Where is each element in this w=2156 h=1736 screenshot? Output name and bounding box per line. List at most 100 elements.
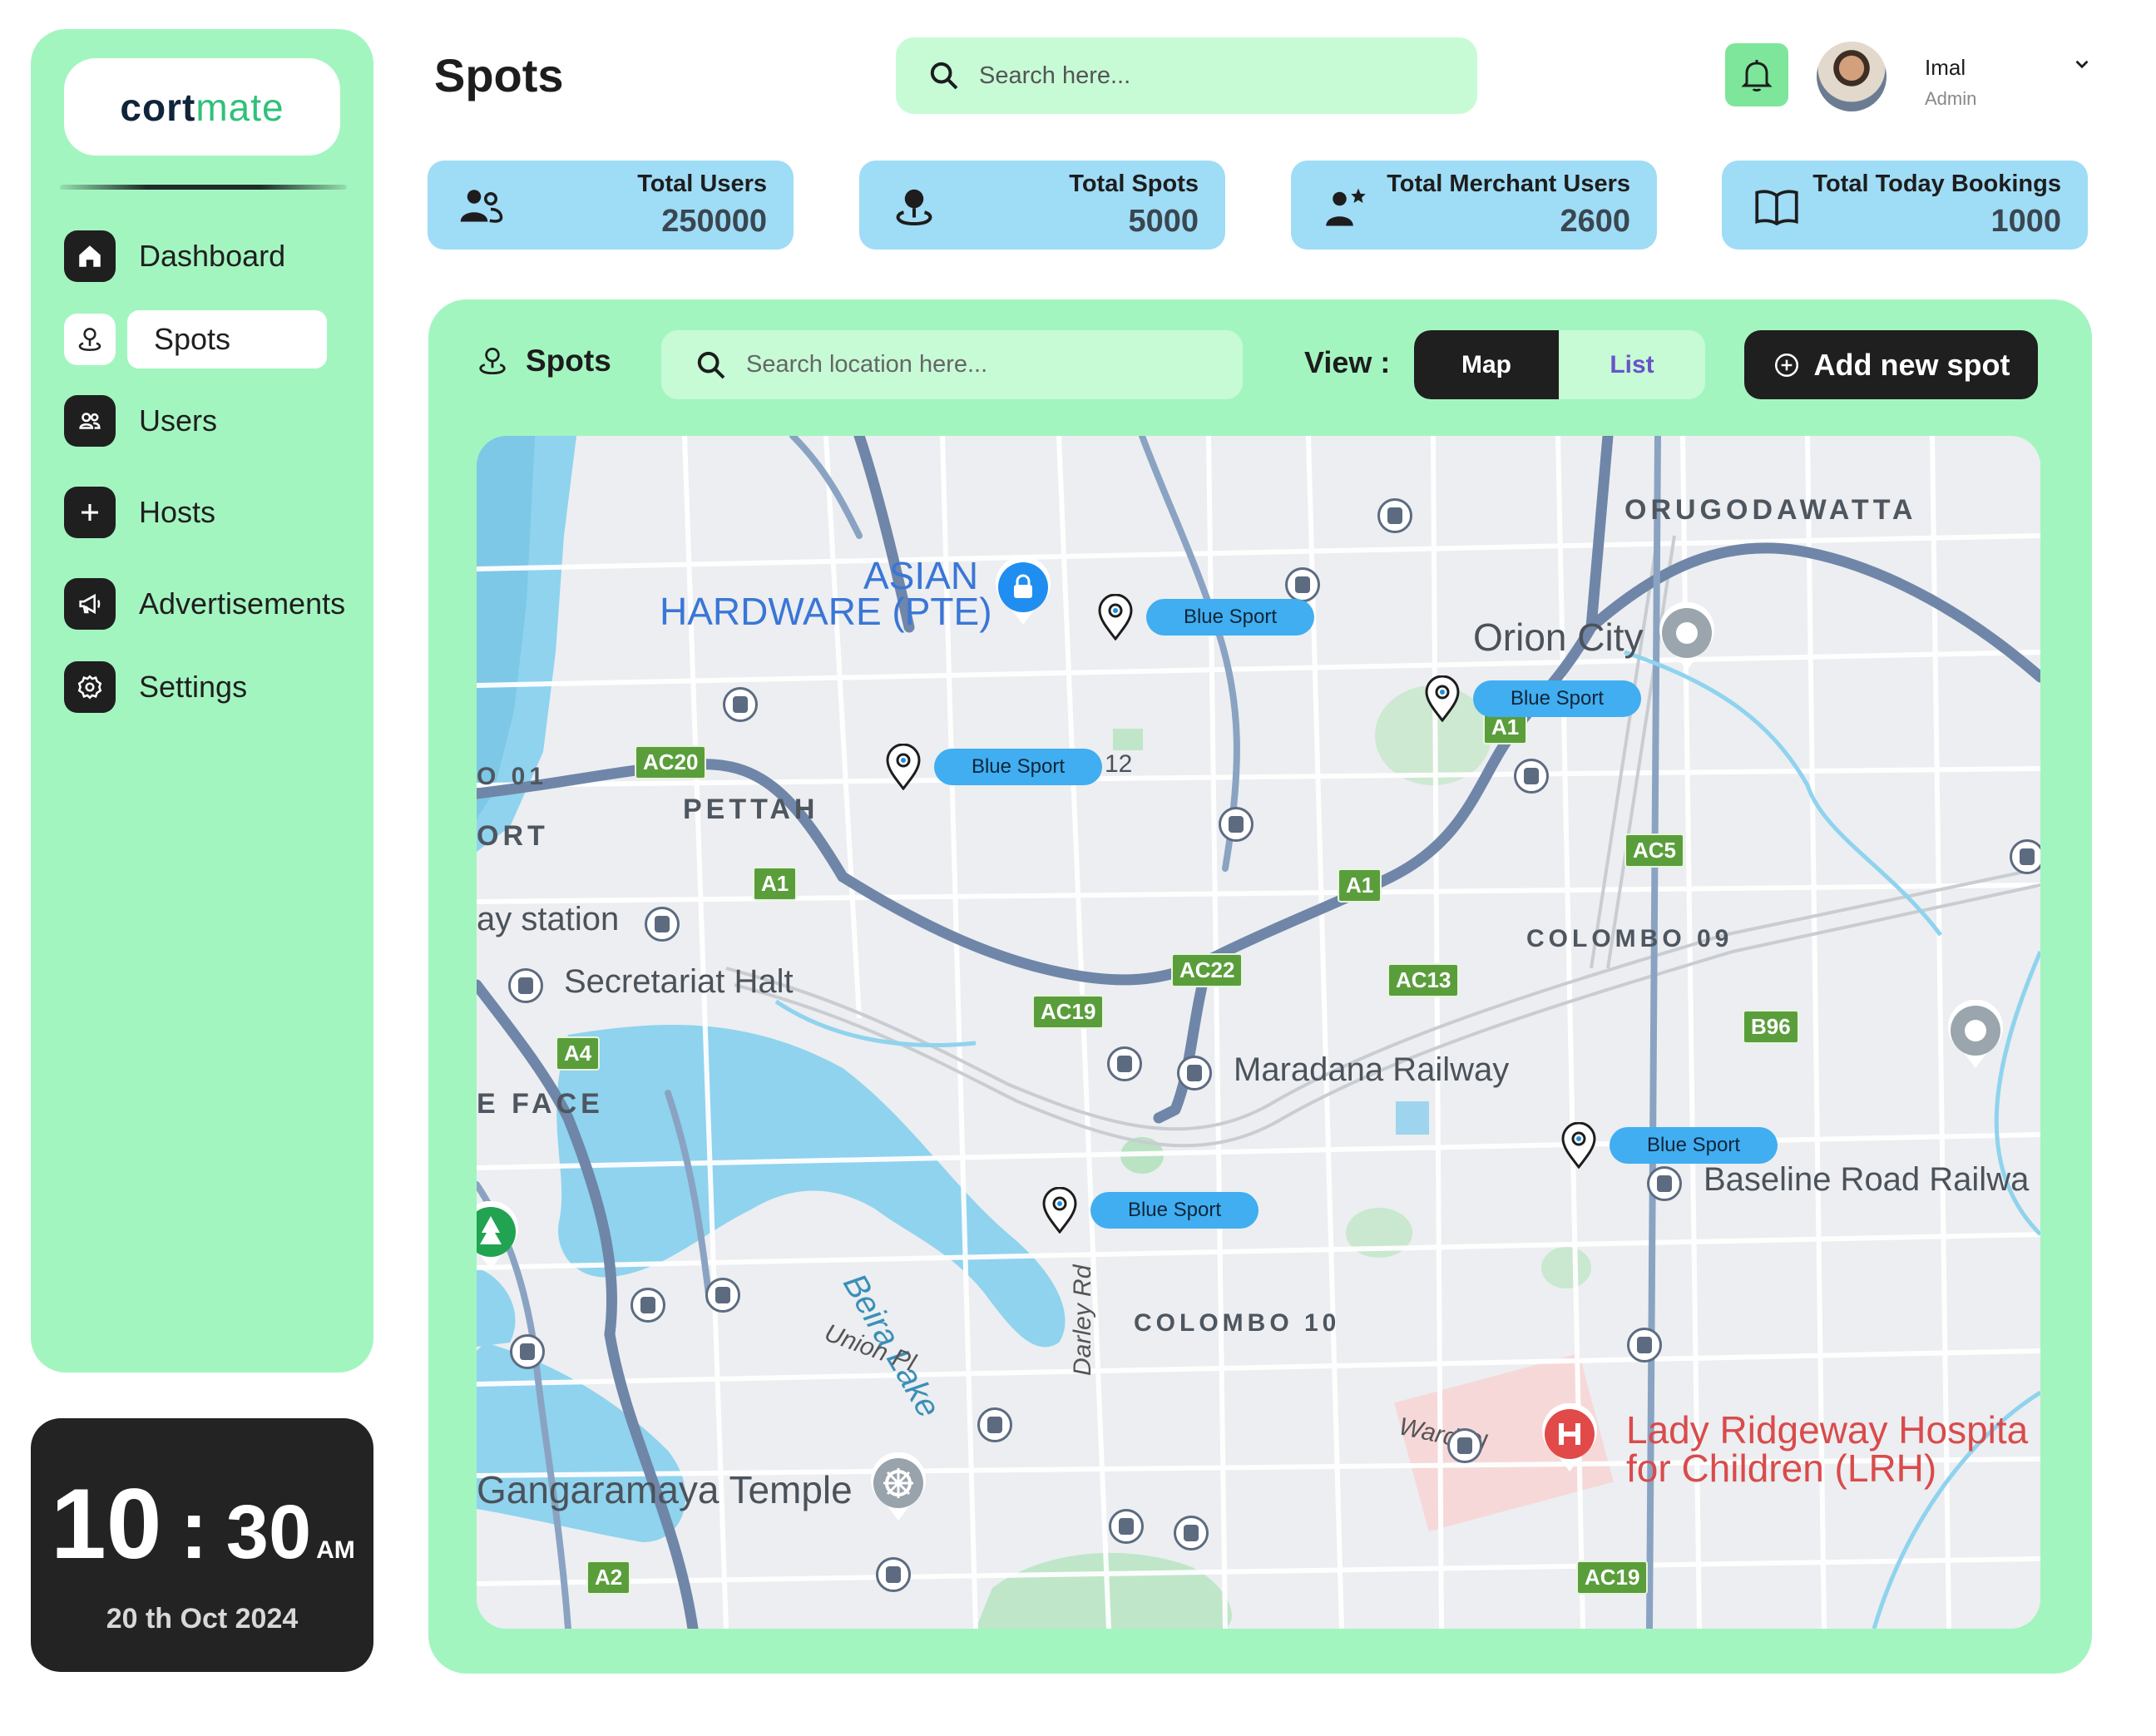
spot-tag[interactable]: Blue Sport — [1146, 599, 1314, 636]
sidebar-item-dashboard[interactable]: Dashboard — [64, 225, 285, 287]
route-shield: AC19 — [1576, 1560, 1649, 1595]
bus-stop-icon — [1107, 1046, 1142, 1081]
avatar[interactable] — [1817, 42, 1886, 111]
bell-icon — [1741, 60, 1773, 91]
route-shield: AC5 — [1624, 833, 1685, 868]
logo-text-part2: mate — [195, 85, 284, 129]
spot-pin-icon[interactable] — [1423, 675, 1461, 722]
bus-stop-icon — [1377, 498, 1412, 533]
stat-value: 5000 — [1128, 204, 1199, 239]
bus-stop-icon — [2010, 839, 2040, 874]
search-input[interactable]: Search here... — [896, 37, 1477, 114]
spot-pin-icon[interactable] — [884, 744, 922, 790]
map-label-district: COLOMBO 10 — [1134, 1309, 1341, 1337]
bus-stop-icon — [1447, 1428, 1482, 1463]
sidebar-item-users[interactable]: Users — [64, 390, 217, 452]
stat-title: Total Merchant Users — [1387, 171, 1630, 197]
bus-stop-icon — [977, 1407, 1012, 1442]
map-label-hospital: Lady Ridgeway Hospita — [1626, 1408, 2029, 1452]
stat-card-total-users[interactable]: Total Users 250000 — [428, 161, 794, 250]
panel-title: Spots — [474, 343, 611, 379]
location-person-icon — [64, 314, 116, 365]
stat-title: Total Spots — [1069, 171, 1199, 197]
plus-icon — [64, 487, 116, 538]
stat-value: 1000 — [1990, 204, 2061, 239]
spots-panel: Spots Search location here... View : Map… — [428, 299, 2092, 1674]
sidebar-item-label: Users — [139, 403, 218, 438]
sidebar-item-label: Hosts — [139, 495, 216, 529]
spot-tag[interactable]: Blue Sport — [1610, 1127, 1778, 1164]
bus-stop-icon — [630, 1288, 665, 1323]
map-label-place: Baseline Road Railwa — [1704, 1161, 2030, 1198]
view-list-button[interactable]: List — [1559, 330, 1705, 399]
bus-stop-icon — [645, 907, 680, 942]
logo[interactable]: cort mate — [64, 58, 340, 156]
map-label-place: Maradana Railway — [1234, 1051, 1510, 1088]
bus-stop-icon — [705, 1278, 740, 1313]
stat-card-total-today-bookings[interactable]: Total Today Bookings 1000 — [1722, 161, 2088, 250]
sidebar: cort mate Dashboard Spots Users Hosts Adv… — [31, 29, 373, 1372]
map-label-poi: HARDWARE (PTE) — [660, 590, 992, 633]
spot-tag[interactable]: Blue Sport — [1473, 680, 1641, 717]
route-shield: AC20 — [635, 745, 707, 779]
bus-stop-icon — [1174, 1516, 1209, 1551]
search-icon — [930, 62, 958, 90]
clock-minutes: 30 — [225, 1490, 312, 1575]
route-shield: A4 — [556, 1036, 601, 1071]
spot-tag[interactable]: Blue Sport — [1090, 1192, 1258, 1229]
route-shield: AC22 — [1171, 953, 1244, 987]
sidebar-item-spots[interactable]: Spots — [64, 309, 327, 370]
panel-title-text: Spots — [526, 344, 611, 378]
users-icon — [64, 395, 116, 447]
notification-bell-button[interactable] — [1725, 43, 1788, 106]
add-new-spot-button[interactable]: Add new spot — [1744, 330, 2038, 399]
location-marker-icon — [1659, 602, 1714, 670]
route-shield: AC13 — [1387, 963, 1460, 997]
bus-stop-icon — [876, 1557, 911, 1592]
spot-pin-icon[interactable] — [1560, 1122, 1598, 1169]
map-view[interactable]: ORUGODAWATTA PETTAH COLOMBO 09 COLOMBO 1… — [477, 436, 2040, 1629]
spot-pin-icon[interactable] — [1041, 1187, 1079, 1234]
bus-stop-icon — [508, 968, 543, 1003]
bus-stop-icon — [510, 1334, 545, 1369]
clock-date: 20 th Oct 2024 — [106, 1603, 299, 1635]
clock-ampm: AM — [316, 1536, 355, 1564]
chevron-down-icon[interactable] — [2071, 53, 2093, 75]
clock-colon: : — [180, 1483, 208, 1576]
sidebar-item-advertisements[interactable]: Advertisements — [64, 573, 345, 635]
open-book-icon — [1755, 190, 1798, 226]
bus-stop-icon — [1285, 567, 1320, 602]
spot-tag[interactable]: Blue Sport — [934, 749, 1102, 785]
sidebar-item-label: Advertisements — [139, 586, 346, 621]
sidebar-item-settings[interactable]: Settings — [64, 656, 247, 718]
map-label-place: Orion City — [1473, 616, 1644, 659]
sidebar-item-hosts[interactable]: Hosts — [64, 482, 215, 543]
megaphone-icon — [64, 578, 116, 630]
map-label-place: ay station — [477, 901, 620, 937]
users-icon — [460, 190, 503, 223]
route-shield: A1 — [753, 867, 798, 901]
view-map-button[interactable]: Map — [1414, 330, 1559, 399]
bus-stop-icon — [1627, 1328, 1662, 1363]
stat-title: Total Today Bookings — [1812, 171, 2061, 197]
location-search-input[interactable]: Search location here... — [661, 330, 1243, 399]
logo-text-part1: cort — [120, 85, 196, 129]
stat-value: 2600 — [1560, 204, 1630, 239]
sidebar-item-label: Dashboard — [139, 239, 286, 273]
location-marker-icon — [1948, 1000, 2003, 1068]
stat-card-total-spots[interactable]: Total Spots 5000 — [859, 161, 1225, 250]
search-icon — [697, 351, 725, 378]
spot-pin-icon[interactable] — [1096, 594, 1135, 640]
bus-stop-icon — [723, 687, 758, 722]
user-name: Imal — [1925, 55, 1966, 80]
location-search-placeholder: Search location here... — [746, 351, 988, 378]
page-title: Spots — [434, 49, 564, 101]
location-person-icon — [896, 189, 932, 226]
map-label-district: PETTAH — [683, 794, 819, 825]
stat-card-total-merchant-users[interactable]: Total Merchant Users 2600 — [1291, 161, 1657, 250]
view-toggle: Map List — [1414, 330, 1705, 399]
route-shield: B96 — [1743, 1010, 1799, 1044]
route-shield: A2 — [586, 1560, 631, 1595]
map-label-hospital: for Children (LRH) — [1626, 1447, 1937, 1490]
map-label-district: COLOMBO 09 — [1526, 925, 1733, 952]
